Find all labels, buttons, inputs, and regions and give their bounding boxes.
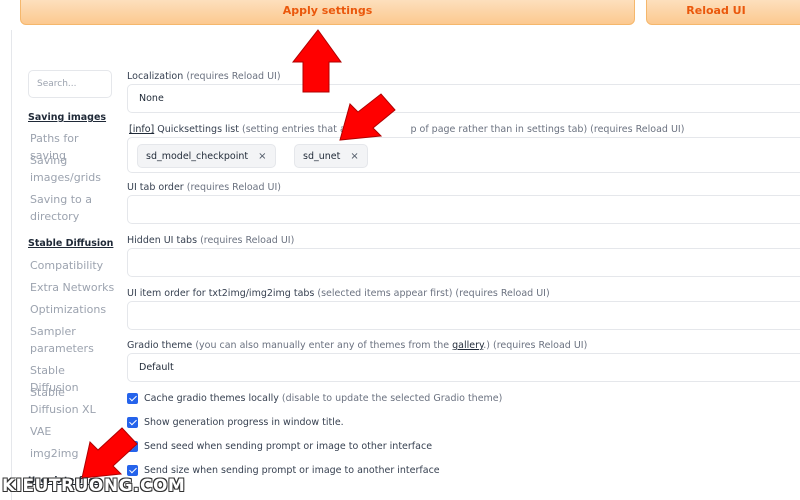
arrow-to-apply-button: [291, 29, 342, 93]
arrow-to-quicksettings: [339, 93, 396, 141]
arrow-to-user-interface: [81, 427, 138, 479]
watermark: KIEUTRUONG.COM: [2, 476, 186, 496]
annotation-arrows: [81, 29, 396, 479]
